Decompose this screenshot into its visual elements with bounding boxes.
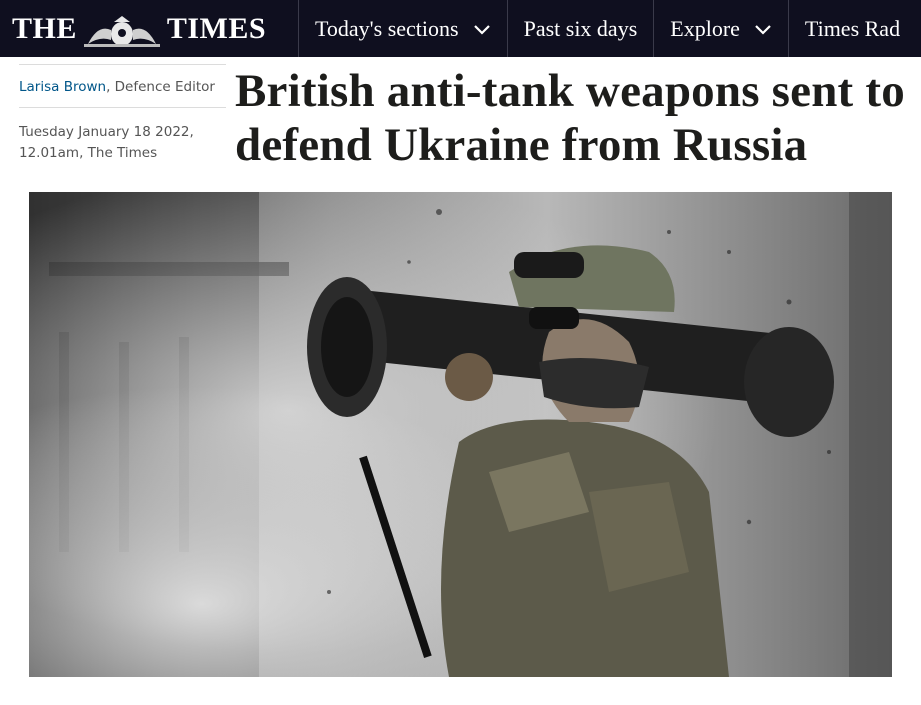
author-row: Larisa Brown, Defence Editor <box>19 65 226 107</box>
chevron-down-icon <box>755 24 771 35</box>
nav-item-label: Times Rad <box>804 15 901 41</box>
times-logo[interactable]: THE TIMES <box>0 0 298 57</box>
nav-explore[interactable]: Explore <box>653 0 788 57</box>
nav-item-label: Past six days <box>523 15 638 41</box>
logo-text-times: TIMES <box>166 11 267 45</box>
author-link[interactable]: Larisa Brown <box>19 79 106 95</box>
publish-date: Tuesday January 18 2022, 12.01am, The Ti… <box>19 108 226 164</box>
article-headline: British anti-tank weapons sent to defend… <box>235 65 905 171</box>
nav-item-label: Explore <box>670 15 740 41</box>
nav-past-six-days[interactable]: Past six days <box>506 0 654 57</box>
soldier-photo <box>29 192 892 677</box>
nav-times-radio[interactable]: Times Rad <box>787 0 921 57</box>
article-byline: Larisa Brown, Defence Editor Tuesday Jan… <box>19 64 226 164</box>
date-line-2: 12.01am, The Times <box>19 145 158 161</box>
hero-image <box>29 192 892 677</box>
date-line-1: Tuesday January 18 2022, <box>19 124 194 140</box>
chevron-down-icon <box>473 24 490 35</box>
top-nav-bar: THE TIMES Today's sections Past six days… <box>0 0 921 57</box>
royal-crest-icon <box>83 15 160 47</box>
nav-item-label: Today's sections <box>315 15 459 41</box>
author-role: , Defence Editor <box>106 79 215 95</box>
nav-todays-sections[interactable]: Today's sections <box>298 0 507 57</box>
logo-text-the: THE <box>12 11 77 45</box>
